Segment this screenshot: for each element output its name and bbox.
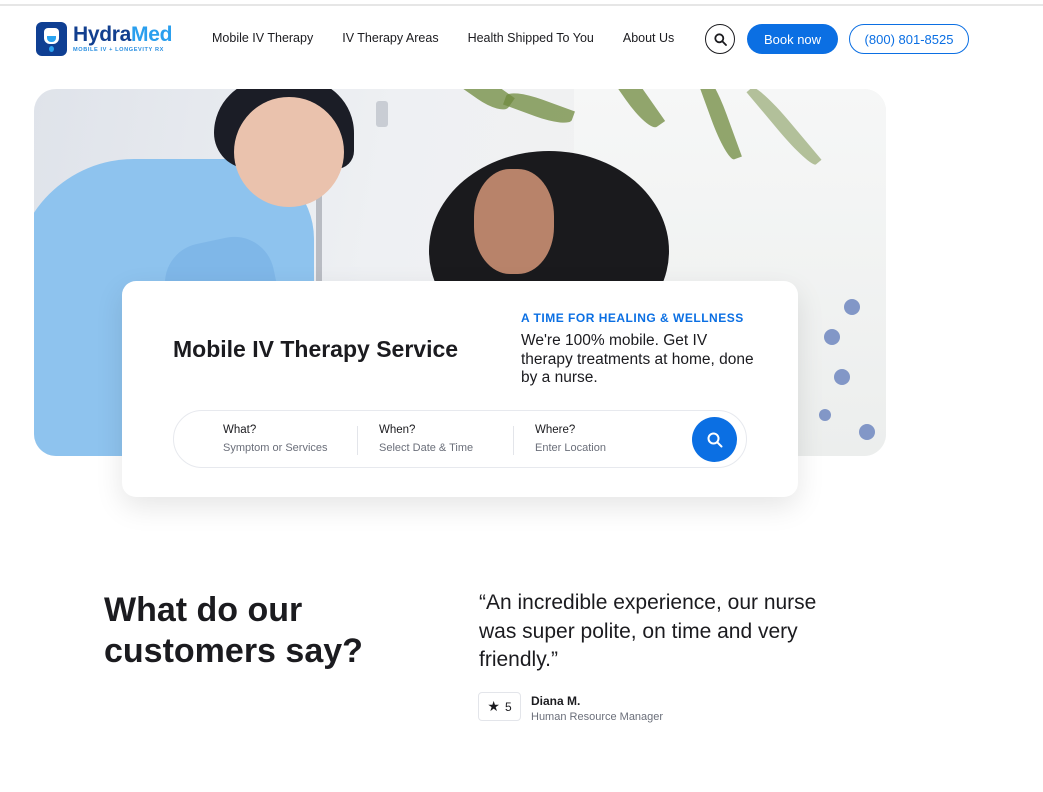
where-field-placeholder: Enter Location xyxy=(535,442,606,454)
nav-item-about-us[interactable]: About Us xyxy=(623,31,674,45)
search-submit-button[interactable] xyxy=(692,417,737,462)
testimonial-quote: “An incredible experience, our nurse was… xyxy=(479,591,817,671)
hero-description: We're 100% mobile. Get IV therapy treatm… xyxy=(521,332,754,386)
top-divider xyxy=(0,4,1043,6)
logo-wordmark: HydraMed MOBILE IV + LONGEVITY RX xyxy=(73,24,172,54)
logo-name-part1: Hydra xyxy=(73,23,132,47)
nav-item-health-shipped[interactable]: Health Shipped To You xyxy=(468,31,594,45)
logo[interactable]: HydraMed MOBILE IV + LONGEVITY RX xyxy=(36,22,172,56)
search-icon xyxy=(713,32,727,46)
field-divider xyxy=(513,426,514,455)
rating-badge: ★ 5 xyxy=(478,692,521,721)
what-field-label: What? xyxy=(223,424,257,436)
what-field-placeholder: Symptom or Services xyxy=(223,442,328,454)
search-icon xyxy=(707,432,722,447)
rating-value: 5 xyxy=(504,699,512,714)
logo-iv-bag-icon xyxy=(36,22,67,56)
star-icon: ★ xyxy=(487,698,500,714)
main-nav: Mobile IV Therapy IV Therapy Areas Healt… xyxy=(212,31,674,45)
nav-item-mobile-iv-therapy[interactable]: Mobile IV Therapy xyxy=(212,31,313,45)
field-divider xyxy=(357,426,358,455)
when-field-placeholder: Select Date & Time xyxy=(379,442,474,454)
author-name: Diana M. xyxy=(531,694,581,708)
page-title: Mobile IV Therapy Service xyxy=(173,336,459,362)
when-field-label: When? xyxy=(379,424,416,436)
what-field[interactable]: What? Symptom or Services xyxy=(223,424,328,454)
when-field[interactable]: When? Select Date & Time xyxy=(379,424,473,454)
logo-tagline: MOBILE IV + LONGEVITY RX xyxy=(73,47,164,54)
where-field[interactable]: Where? Enter Location xyxy=(535,424,606,454)
logo-name-part2: Med xyxy=(131,23,173,47)
testimonials-heading: What do our customers say? xyxy=(104,591,363,670)
phone-button[interactable]: (800) 801-8525 xyxy=(849,24,969,54)
where-field-label: Where? xyxy=(535,424,576,436)
hero-eyebrow: A TIME FOR HEALING & WELLNESS xyxy=(521,311,744,325)
hero-card: Mobile IV Therapy Service A TIME FOR HEA… xyxy=(122,281,798,497)
booking-search-bar: What? Symptom or Services When? Select D… xyxy=(173,410,747,468)
header-search-button[interactable] xyxy=(705,24,735,54)
testimonial-author: Diana M. Human Resource Manager xyxy=(531,694,663,723)
author-role: Human Resource Manager xyxy=(531,711,664,723)
book-now-button[interactable]: Book now xyxy=(747,24,838,54)
nav-item-iv-therapy-areas[interactable]: IV Therapy Areas xyxy=(342,31,438,45)
